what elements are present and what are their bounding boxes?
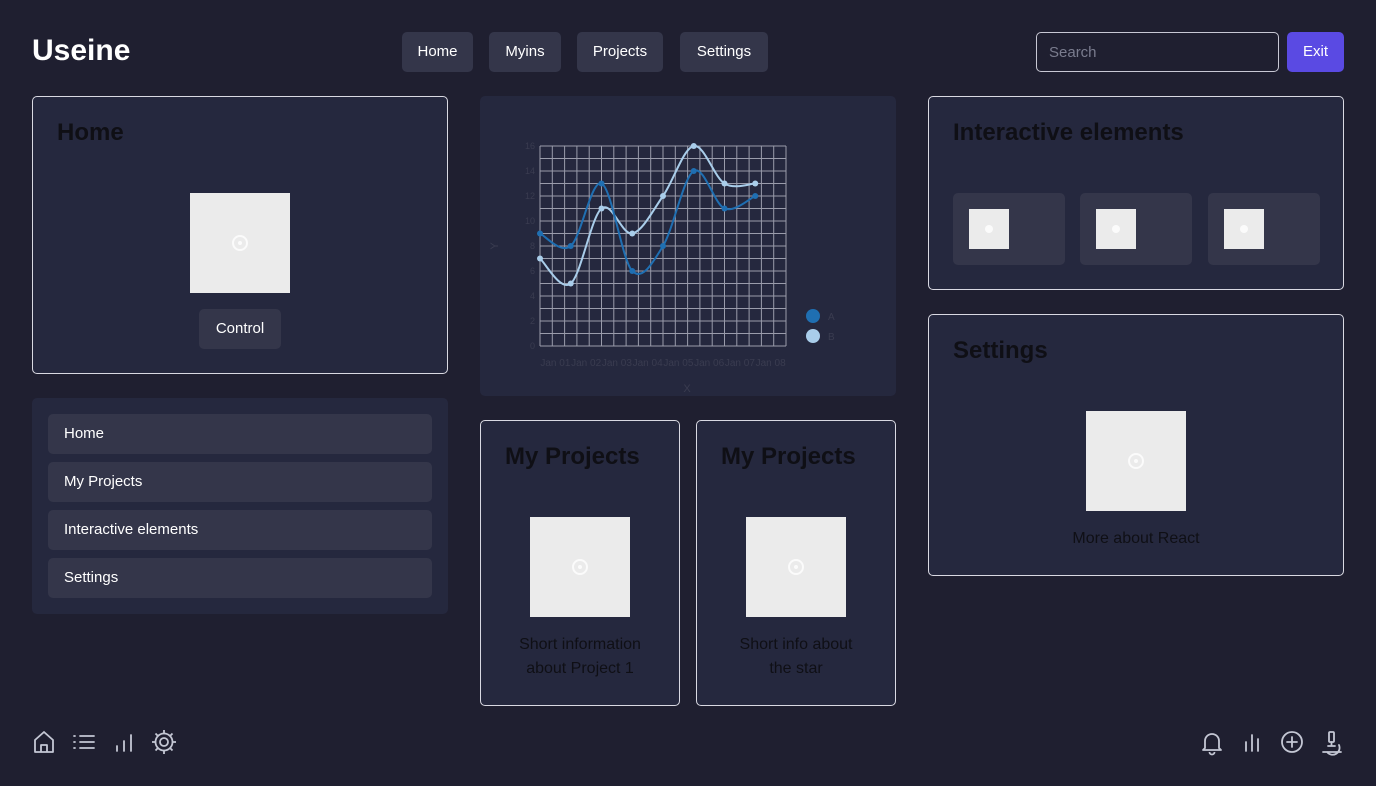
side-menu: Home My Projects Interactive elements Se…	[32, 398, 448, 614]
project-image	[746, 517, 846, 617]
y-tick-label: 6	[530, 266, 535, 276]
project-card-2: My Projects Short info about the star	[696, 420, 896, 706]
y-tick-label: 10	[525, 216, 535, 226]
home-card: Home Control	[32, 96, 448, 374]
data-point-A	[537, 230, 543, 237]
data-point-A	[660, 243, 666, 249]
settings-card: Settings More about React	[928, 314, 1344, 576]
item-image	[1224, 209, 1264, 249]
menu-item-home[interactable]: Home	[48, 414, 432, 454]
image-placeholder-icon	[1240, 225, 1248, 233]
list-icon[interactable]	[70, 728, 98, 756]
project-description: Short info about the star	[739, 636, 853, 677]
data-point-B	[721, 180, 728, 187]
settings-image	[1086, 411, 1186, 511]
home-card-title: Home	[57, 119, 124, 146]
y-axis-label: Y	[489, 242, 501, 250]
project-card-1: My Projects Short information about Proj…	[480, 420, 680, 706]
x-tick-label: Jan 04	[633, 358, 663, 369]
image-placeholder-icon	[1112, 225, 1120, 233]
data-point-B	[690, 143, 697, 149]
y-tick-label: 2	[530, 316, 535, 326]
image-placeholder-icon	[572, 559, 588, 575]
x-tick-label: Jan 03	[602, 358, 632, 369]
legend-marker-B	[806, 329, 820, 343]
item-image	[1096, 209, 1136, 249]
line-chart: 0246810121416Jan 01 Jan 02 Jan 03 Jan 04 Jan…	[489, 141, 835, 395]
image-placeholder-icon	[232, 235, 248, 251]
gear-icon[interactable]	[150, 728, 178, 756]
footer-right-toolbar	[1198, 728, 1346, 756]
exit-button[interactable]: Exit	[1287, 32, 1344, 72]
data-point-B	[660, 193, 666, 199]
x-tick-label: Jan 01	[540, 358, 570, 369]
y-tick-label: 12	[525, 191, 535, 201]
data-point-A	[567, 243, 574, 249]
data-point-B	[537, 255, 543, 262]
menu-item-my-projects[interactable]: My Projects	[48, 462, 432, 502]
series-line-B	[539, 145, 756, 286]
y-tick-label: 8	[530, 241, 535, 251]
x-tick-label: Jan 08	[756, 358, 786, 369]
y-tick-label: 16	[525, 141, 535, 151]
data-point-B	[567, 280, 574, 287]
project-description: Short information about Project 1	[519, 636, 641, 677]
interactive-item-3[interactable]	[1208, 193, 1320, 265]
control-button[interactable]: Control	[199, 309, 281, 349]
x-tick-label: Jan 06	[694, 358, 724, 369]
menu-item-settings[interactable]: Settings	[48, 558, 432, 598]
interactive-card-title: Interactive elements	[953, 119, 1184, 146]
data-point-B	[629, 230, 636, 237]
x-tick-label: Jan 05	[663, 358, 693, 369]
image-placeholder-icon	[985, 225, 993, 233]
settings-description: More about React	[1072, 530, 1200, 547]
home-icon[interactable]	[30, 728, 58, 756]
image-placeholder-icon	[788, 559, 804, 575]
search-input[interactable]	[1036, 32, 1279, 72]
project-card-title: My Projects	[721, 443, 856, 470]
y-tick-label: 4	[530, 291, 535, 301]
legend-label: B	[828, 332, 835, 343]
data-point-A	[598, 180, 605, 187]
home-image	[190, 193, 290, 293]
bar-chart-icon[interactable]	[110, 728, 138, 756]
x-axis-label: X	[683, 383, 691, 395]
image-placeholder-icon	[1128, 453, 1144, 469]
y-tick-label: 0	[530, 341, 535, 351]
item-image	[969, 209, 1009, 249]
interactive-item-2[interactable]	[1080, 193, 1192, 265]
data-point-A	[690, 168, 697, 174]
chart-panel: 0 2 4 6 8 10 12 14 16 Jan 01 Jan 02 Jan 03 Jan 04 Jan…	[480, 96, 896, 396]
nav-home-button[interactable]: Home	[402, 32, 473, 72]
nav-myins-button[interactable]: Myins	[489, 32, 561, 72]
nav-settings-button[interactable]: Settings	[680, 32, 768, 72]
interactive-elements-card: Interactive elements	[928, 96, 1344, 290]
x-tick-label: Jan 02	[571, 358, 601, 369]
data-point-B	[598, 205, 605, 212]
add-circle-icon[interactable]	[1278, 728, 1306, 756]
interactive-item-1[interactable]	[953, 193, 1065, 265]
legend-marker-A	[806, 309, 820, 323]
settings-card-title: Settings	[953, 337, 1048, 364]
x-tick-label: Jan 07	[725, 358, 755, 369]
project-card-title: My Projects	[505, 443, 640, 470]
data-point-A	[629, 268, 636, 274]
legend-label: A	[828, 312, 835, 323]
stats-icon[interactable]	[1238, 728, 1266, 756]
brand-logo: Useine	[32, 34, 131, 67]
data-point-A	[721, 205, 728, 212]
data-point-A	[752, 193, 759, 199]
data-point-B	[752, 180, 759, 187]
bell-icon[interactable]	[1198, 728, 1226, 756]
nav-projects-button[interactable]: Projects	[577, 32, 663, 72]
project-image	[530, 517, 630, 617]
microscope-icon[interactable]	[1318, 728, 1346, 756]
menu-item-interactive-elements[interactable]: Interactive elements	[48, 510, 432, 550]
footer-left-toolbar	[30, 728, 180, 756]
y-tick-label: 14	[525, 166, 535, 176]
